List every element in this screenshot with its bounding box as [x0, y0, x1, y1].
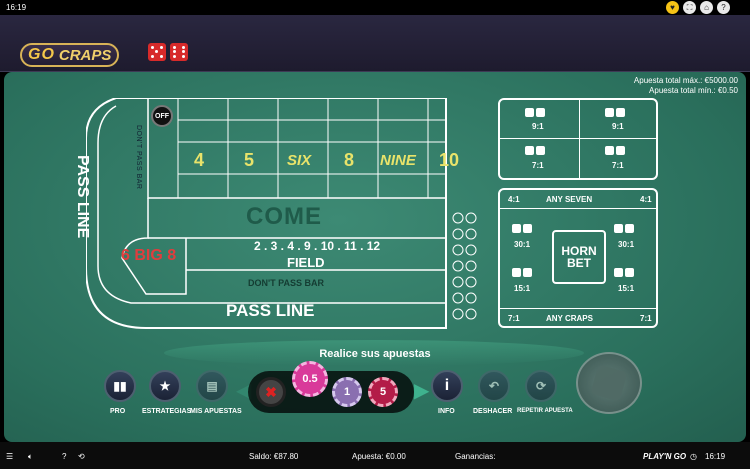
chip-0-5[interactable]: 0.5 — [292, 361, 328, 397]
menu-icon[interactable]: ☰ — [6, 452, 13, 461]
winnings-text: Ganancias: — [455, 452, 496, 461]
pro-button[interactable]: ▮▮ — [104, 370, 136, 402]
dice-icon — [590, 364, 628, 402]
favorite-icon[interactable]: ♥ — [666, 1, 679, 14]
hard-4-odds[interactable]: 7:1 — [532, 161, 544, 170]
ce-bets-column[interactable] — [438, 210, 482, 328]
min-bet-text: Apuesta total mín.: €0.50 — [649, 86, 738, 95]
help-icon[interactable]: ? — [717, 1, 730, 14]
fullscreen-icon[interactable]: ⛶ — [683, 1, 696, 14]
clear-chip-icon[interactable]: ✖ — [256, 377, 286, 407]
come-label[interactable]: COME — [246, 203, 322, 231]
off-puck: OFF — [151, 105, 173, 127]
red-die-icon — [170, 43, 188, 61]
field-label[interactable]: FIELD — [287, 255, 325, 270]
game-header: GO CRAPS — [0, 15, 750, 72]
repeat-bet-button[interactable]: ⟳ — [525, 370, 557, 402]
sound-icon[interactable]: 🔈︎ — [28, 452, 33, 462]
history-icon[interactable]: ⟲ — [78, 452, 85, 461]
horn-3-odds[interactable]: 15:1 — [514, 284, 530, 293]
horn-11-odds[interactable]: 15:1 — [618, 284, 634, 293]
hard-8-odds[interactable]: 9:1 — [612, 122, 624, 131]
bet-text: Apuesta: €0.00 — [352, 452, 406, 461]
horn-12-odds[interactable]: 30:1 — [618, 240, 634, 249]
strategies-label: ESTRATEGIAS — [142, 408, 192, 415]
logo-craps-text: CRAPS — [58, 46, 112, 64]
info-button[interactable]: i — [431, 370, 463, 402]
roll-dice-button[interactable] — [576, 352, 642, 414]
my-bets-button[interactable]: ▤ — [196, 370, 228, 402]
any-seven-odds-right: 4:1 — [640, 195, 652, 204]
hard-6-odds[interactable]: 9:1 — [532, 122, 544, 131]
strategies-button[interactable]: ★ — [149, 370, 181, 402]
horn-bet-button[interactable]: HORN BET — [552, 230, 606, 284]
red-die-icon — [148, 43, 166, 61]
clock-icon: ◷ — [690, 452, 697, 461]
dont-pass-bar-label[interactable]: DON'T PASS BAR — [248, 278, 324, 288]
money-icon: ▤ — [206, 379, 218, 393]
any-craps-label[interactable]: ANY CRAPS — [546, 314, 593, 323]
chip-right-arrow-icon[interactable]: ▶ — [414, 378, 429, 403]
clock-text: 16:19 — [6, 3, 27, 12]
pass-line-vertical-label[interactable]: PASS LINE — [73, 155, 91, 238]
chip-tray: ✖ 0.5 1 5 — [248, 361, 414, 413]
craps-table: Apuesta total máx.: €5000.00 Apuesta tot… — [4, 72, 746, 442]
bet-limits: Apuesta total máx.: €5000.00 Apuesta tot… — [634, 76, 738, 96]
home-icon[interactable]: ⌂ — [700, 1, 713, 14]
place-nine-label[interactable]: NINE — [380, 152, 416, 169]
logo-go-text: GO — [28, 46, 55, 63]
hard-10-odds[interactable]: 7:1 — [612, 161, 624, 170]
any-craps-odds-left: 7:1 — [508, 314, 520, 323]
proposition-box: 4:1 ANY SEVEN 4:1 HORN BET 30:1 30:1 15:… — [498, 188, 658, 328]
undo-icon: ↶ — [488, 379, 500, 393]
help-icon[interactable]: ? — [62, 452, 66, 461]
repeat-bet-label: REPETIR APUESTA — [517, 408, 573, 414]
place-5-label[interactable]: 5 — [244, 150, 254, 171]
repeat-icon: ⟳ — [535, 379, 547, 393]
system-top-bar: 16:19 ♥ ⛶ ⌂ ? — [0, 0, 750, 15]
status-time: 16:19 — [705, 452, 726, 461]
brand-logo: PLAY'N GO — [643, 452, 687, 461]
max-bet-text: Apuesta total máx.: €5000.00 — [633, 76, 738, 85]
game-logo: GO CRAPS — [20, 43, 120, 67]
my-bets-label: MIS APUESTAS — [190, 408, 242, 415]
field-numbers: 2 . 3 . 4 . 9 . 10 . 11 . 12 — [254, 239, 381, 253]
pass-line-label[interactable]: PASS LINE — [226, 301, 314, 321]
place-six-label[interactable]: SIX — [287, 152, 311, 169]
any-craps-odds-right: 7:1 — [640, 314, 652, 323]
pro-label: PRO — [110, 408, 126, 415]
any-seven-label[interactable]: ANY SEVEN — [546, 195, 592, 204]
horn-2-odds[interactable]: 30:1 — [514, 240, 530, 249]
hardways-box: 9:1 9:1 7:1 7:1 — [498, 98, 658, 180]
chip-1[interactable]: 1 — [332, 377, 362, 407]
undo-label: DESHACER — [473, 408, 513, 415]
bar-chart-icon: ▮▮ — [113, 379, 127, 393]
place-4-label[interactable]: 4 — [194, 150, 204, 171]
window-controls: ♥ ⛶ ⌂ ? — [666, 1, 730, 14]
any-seven-odds-left: 4:1 — [508, 195, 520, 204]
star-icon: ★ — [159, 379, 171, 393]
place-10-label[interactable]: 10 — [439, 150, 459, 171]
logo-dice — [148, 43, 188, 61]
place-8-label[interactable]: 8 — [344, 150, 354, 171]
info-icon: i — [444, 377, 450, 394]
chip-5[interactable]: 5 — [368, 377, 398, 407]
info-label: INFO — [438, 408, 455, 415]
status-bar: ☰ 🔈︎ ? ⟲ Saldo: €87.80 Apuesta: €0.00 Ga… — [0, 442, 750, 469]
dont-pass-vertical-label[interactable]: DON'T PASS BAR — [135, 125, 142, 189]
undo-button[interactable]: ↶ — [478, 370, 510, 402]
balance-text: Saldo: €87.80 — [249, 452, 299, 461]
place-bets-prompt: Realice sus apuestas — [319, 348, 431, 360]
big-6-8-label[interactable]: 6 BIG 8 — [121, 247, 176, 265]
